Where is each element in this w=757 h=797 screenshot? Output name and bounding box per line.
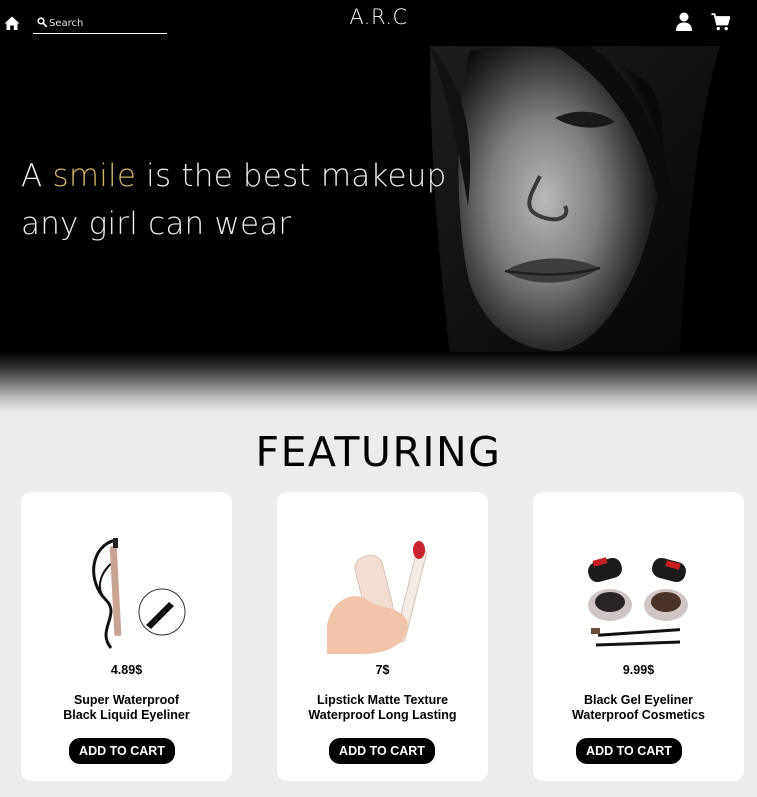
hero-accent-word: smile xyxy=(52,158,137,194)
product-card[interactable]: 7$ Lipstick Matte Texture Waterproof Lon… xyxy=(277,492,488,781)
product-name[interactable]: Black Gel Eyeliner Waterproof Cosmetics xyxy=(533,693,744,723)
product-name-line1: Black Gel Eyeliner xyxy=(583,693,694,707)
product-price: 7$ xyxy=(375,663,390,677)
hero-fade-divider xyxy=(0,352,757,412)
featuring-title: FEATURING xyxy=(255,428,502,476)
hero-banner: A smile is the best makeup any girl can … xyxy=(0,46,757,356)
add-to-cart-button[interactable]: ADD TO CART xyxy=(329,738,435,764)
lip-tint-image xyxy=(327,541,427,654)
add-to-cart-button[interactable]: ADD TO CART xyxy=(69,738,175,764)
product-name-line2: Waterproof Long Lasting xyxy=(308,708,457,722)
gel-eyeliner-image xyxy=(588,557,688,647)
hero-tagline-line1: A smile is the best makeup xyxy=(21,158,447,194)
product-price: 4.89$ xyxy=(110,663,143,677)
top-navbar: A.R.C xyxy=(0,0,757,46)
brand-logo[interactable]: A.R.C xyxy=(0,5,757,29)
hero-tagline-line2: any girl can wear xyxy=(21,206,292,242)
product-name[interactable]: Super Waterproof Black Liquid Eyeliner xyxy=(21,693,232,723)
product-card[interactable]: 9.99$ Black Gel Eyeliner Waterproof Cosm… xyxy=(533,492,744,781)
add-to-cart-button[interactable]: ADD TO CART xyxy=(576,738,682,764)
product-price: 9.99$ xyxy=(622,663,655,677)
product-name-line2: Black Liquid Eyeliner xyxy=(63,708,190,722)
product-name-line1: Super Waterproof xyxy=(73,693,180,707)
product-name[interactable]: Lipstick Matte Texture Waterproof Long L… xyxy=(277,693,488,723)
cart-icon[interactable] xyxy=(711,13,730,31)
hero-tagline: A smile is the best makeup any girl can … xyxy=(21,152,446,248)
product-name-line1: Lipstick Matte Texture xyxy=(316,693,449,707)
product-name-line2: Waterproof Cosmetics xyxy=(572,708,705,722)
product-card[interactable]: 4.89$ Super Waterproof Black Liquid Eyel… xyxy=(21,492,232,781)
liquid-eyeliner-image xyxy=(92,538,186,649)
user-icon[interactable] xyxy=(675,12,693,31)
